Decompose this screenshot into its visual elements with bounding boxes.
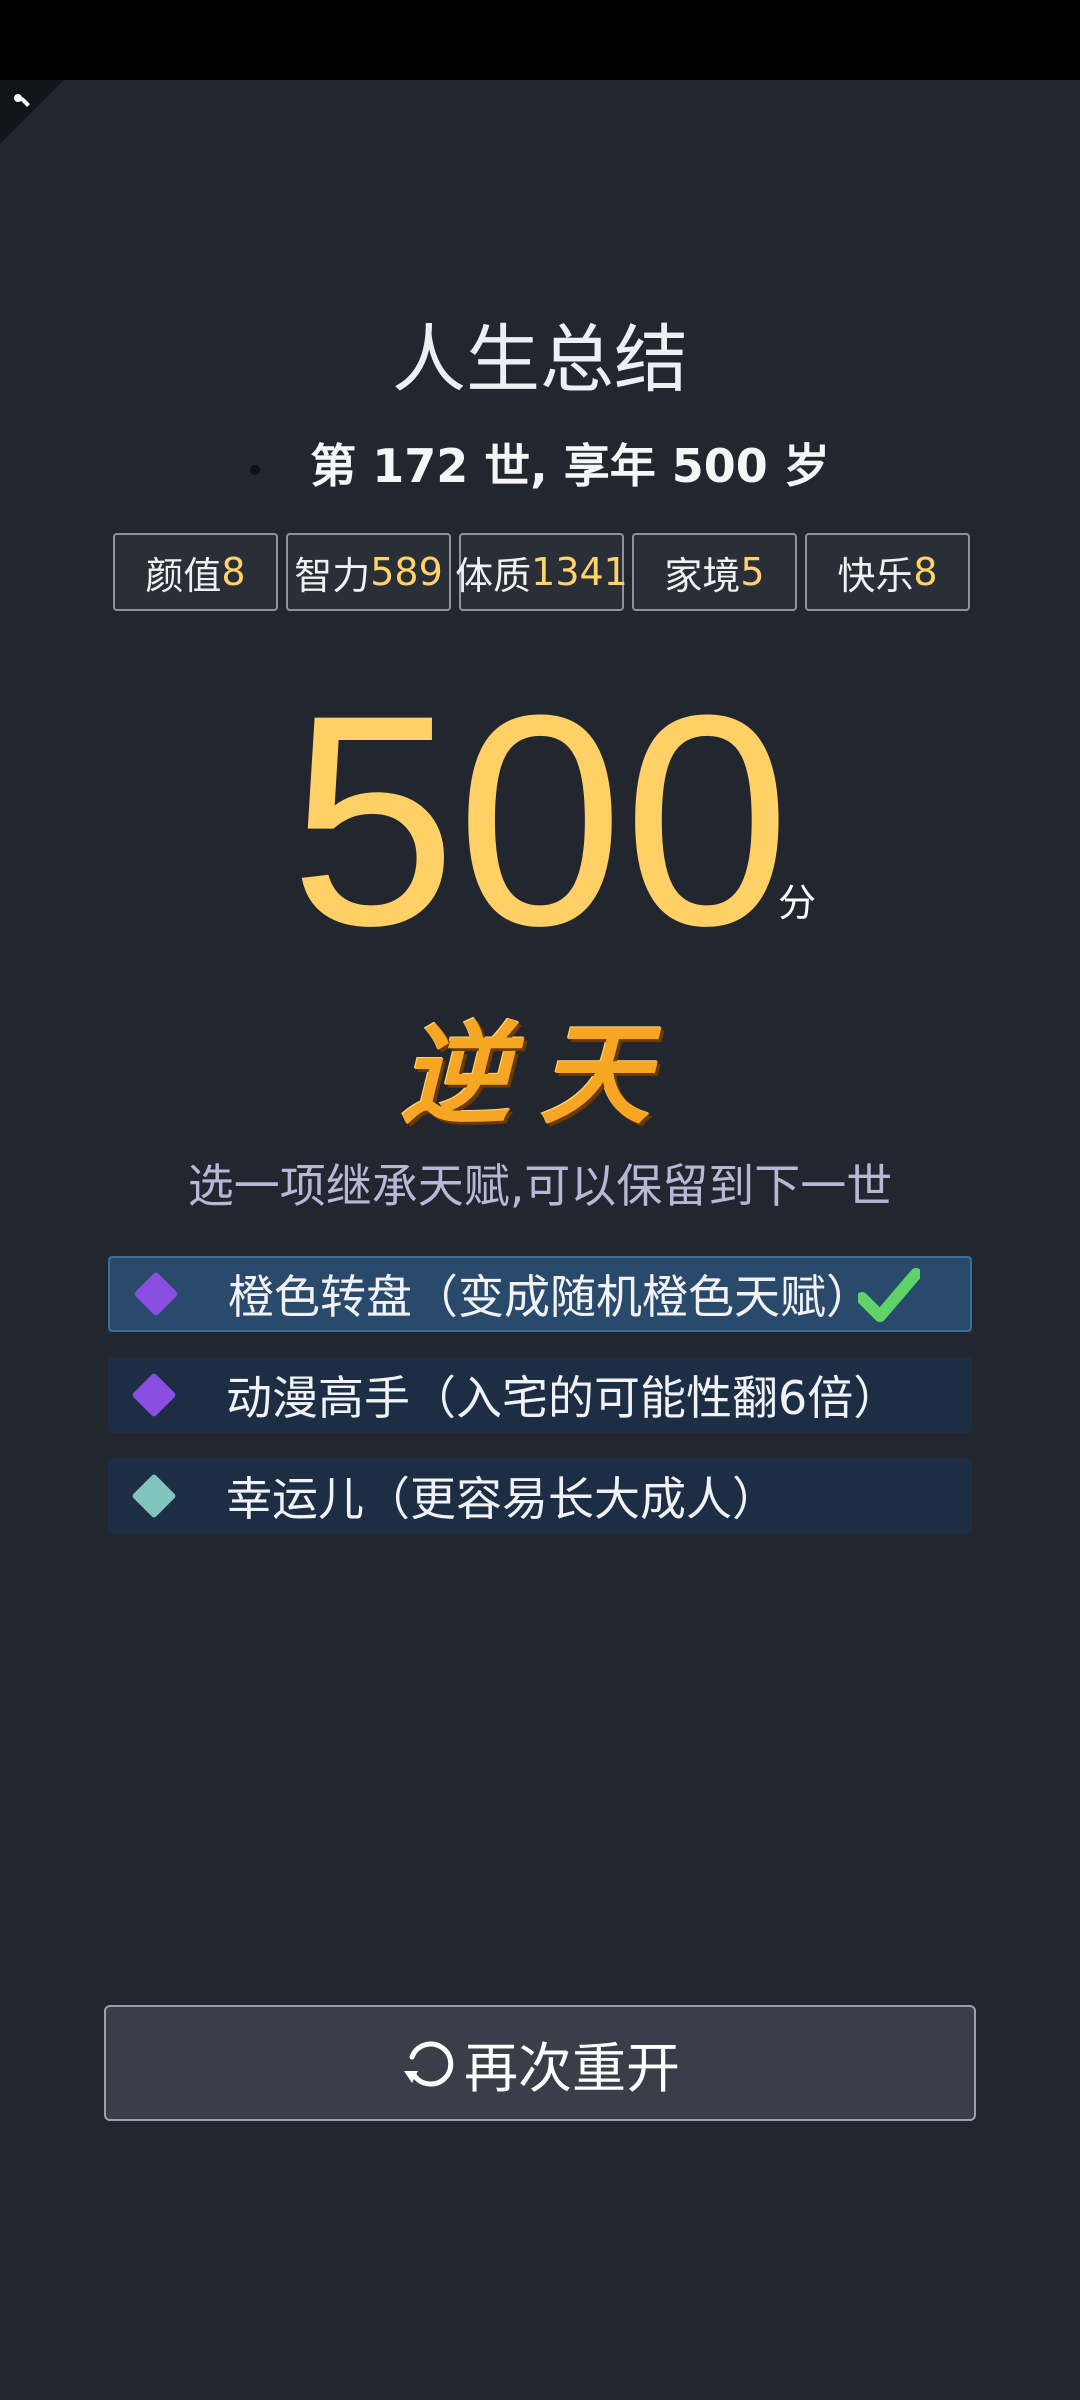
stat-happiness: 快乐 8 <box>805 533 970 611</box>
talent-item[interactable]: 幸运儿（更容易长大成人） <box>108 1458 972 1534</box>
stat-value: 8 <box>913 550 938 594</box>
talent-list: 橙色转盘（变成随机橙色天赋） 动漫高手（入宅的可能性翻6倍） 幸运儿（更容易长大… <box>108 1256 972 1559</box>
diamond-icon <box>131 1372 177 1418</box>
stat-physique: 体质 1341 <box>455 533 628 611</box>
page-title: 人生总结 <box>392 317 688 403</box>
inherit-tip: 选一项继承天赋,可以保留到下一世 <box>187 1159 893 1213</box>
talent-item[interactable]: 动漫高手（入宅的可能性翻6倍） <box>108 1357 972 1433</box>
stat-value: 589 <box>370 550 443 594</box>
bullet-icon <box>250 464 261 475</box>
stat-label: 快乐 <box>837 553 914 598</box>
stat-value: 1341 <box>531 550 628 594</box>
stat-value: 8 <box>221 550 246 594</box>
diamond-icon <box>133 1271 179 1317</box>
stats-row: 颜值 8 智力 589 体质 1341 家境 5 快乐 8 <box>113 533 978 611</box>
stat-intelligence: 智力 589 <box>286 533 451 611</box>
final-score: 500 <box>289 652 791 988</box>
talent-label: 动漫高手（入宅的可能性翻6倍） <box>226 1371 900 1425</box>
diamond-icon <box>131 1473 177 1519</box>
stat-appearance: 颜值 8 <box>113 533 278 611</box>
stat-value: 5 <box>740 550 765 594</box>
talent-item-selected[interactable]: 橙色转盘（变成随机橙色天赋） <box>108 1256 972 1332</box>
check-icon <box>858 1268 920 1322</box>
stat-label: 智力 <box>294 553 371 598</box>
score-unit: 分 <box>778 881 817 925</box>
restart-button[interactable]: 再次重开 <box>104 2005 976 2121</box>
stat-family: 家境 5 <box>632 533 797 611</box>
life-text: 第 172 世, 享年 500 岁 <box>310 439 830 493</box>
life-summary: 第 172 世, 享年 500 岁 <box>0 430 1080 496</box>
restart-label: 再次重开 <box>464 2036 680 2100</box>
status-bar <box>0 0 1080 80</box>
grade-badge: 逆天 <box>400 1010 680 1139</box>
stat-label: 体质 <box>455 553 532 598</box>
stat-label: 家境 <box>664 553 741 598</box>
debug-corner-icon[interactable] <box>0 80 64 144</box>
talent-label: 橙色转盘（变成随机橙色天赋） <box>228 1270 872 1324</box>
stat-label: 颜值 <box>145 553 222 598</box>
talent-label: 幸运儿（更容易长大成人） <box>226 1472 778 1526</box>
refresh-icon <box>404 2041 454 2087</box>
